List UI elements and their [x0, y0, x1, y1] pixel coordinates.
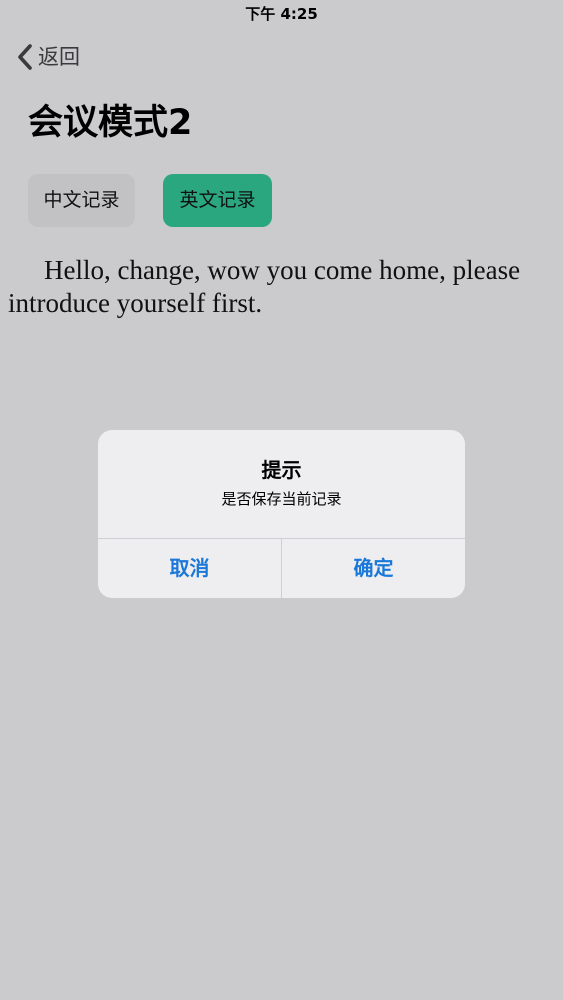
transcript-text: Hello, change, wow you come home, please…: [8, 255, 521, 318]
save-confirm-dialog: 提示 是否保存当前记录 取消 确定: [98, 430, 465, 598]
back-button[interactable]: 返回: [14, 40, 80, 74]
dialog-message: 是否保存当前记录: [221, 490, 342, 508]
tab-english-record[interactable]: 英文记录: [163, 174, 272, 227]
dialog-title: 提示: [261, 458, 302, 482]
page-title: 会议模式2: [28, 103, 193, 143]
cancel-button[interactable]: 取消: [98, 539, 281, 598]
chevron-left-icon: [18, 44, 32, 70]
status-bar-time: 下午 4:25: [245, 5, 318, 23]
back-label: 返回: [38, 45, 80, 69]
confirm-button[interactable]: 确定: [282, 539, 465, 598]
tab-chinese-record[interactable]: 中文记录: [28, 174, 135, 227]
